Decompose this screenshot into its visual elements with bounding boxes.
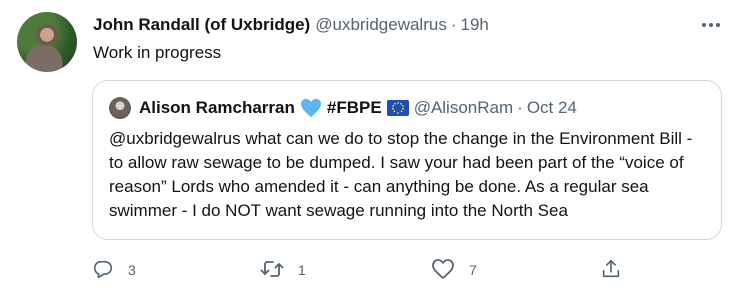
quoted-separator-dot: ·: [517, 98, 523, 117]
reply-button[interactable]: 3: [92, 258, 136, 282]
eu-flag-emoji: [386, 100, 409, 116]
reply-count: 3: [128, 262, 136, 278]
tweet: John Randall (of Uxbridge) @uxbridgewalr…: [0, 0, 740, 296]
quoted-tweet-text: @uxbridgewalrus what can we do to stop t…: [109, 129, 693, 220]
like-icon: [431, 258, 455, 283]
blue-heart-emoji: [300, 98, 322, 118]
like-count: 7: [469, 262, 477, 278]
quoted-timestamp: Oct 24: [526, 98, 577, 117]
author-handle[interactable]: @uxbridgewalrus: [315, 15, 447, 35]
quoted-author-name: Alison Ramcharran: [139, 98, 295, 117]
retweet-icon: [260, 258, 284, 283]
retweet-count: 1: [298, 262, 306, 278]
author-name[interactable]: John Randall (of Uxbridge): [93, 15, 310, 35]
quoted-author-handle: @AlisonRam: [413, 98, 514, 117]
retweet-button[interactable]: 1: [260, 258, 306, 282]
tweet-timestamp[interactable]: 19h: [461, 15, 489, 35]
tweet-header: John Randall (of Uxbridge) @uxbridgewalr…: [93, 14, 489, 36]
quoted-hashtag: #FBPE: [326, 98, 382, 117]
quoted-tweet[interactable]: Alison Ramcharran #FBPE @AlisonRam · Oct…: [92, 80, 722, 240]
separator-dot: ·: [450, 15, 457, 34]
share-icon: [600, 258, 622, 283]
like-button[interactable]: 7: [431, 258, 477, 282]
quoted-author-name-group: Alison Ramcharran #FBPE: [139, 98, 409, 118]
tweet-text: Work in progress: [93, 43, 222, 62]
more-icon[interactable]: [699, 14, 723, 36]
author-avatar[interactable]: [17, 12, 77, 72]
tweet-actions: 3 1 7: [92, 258, 632, 282]
quoted-tweet-header: Alison Ramcharran #FBPE @AlisonRam · Oct…: [139, 97, 577, 119]
share-button[interactable]: [600, 258, 622, 282]
reply-icon: [92, 258, 114, 283]
quoted-author-avatar: [109, 97, 131, 119]
